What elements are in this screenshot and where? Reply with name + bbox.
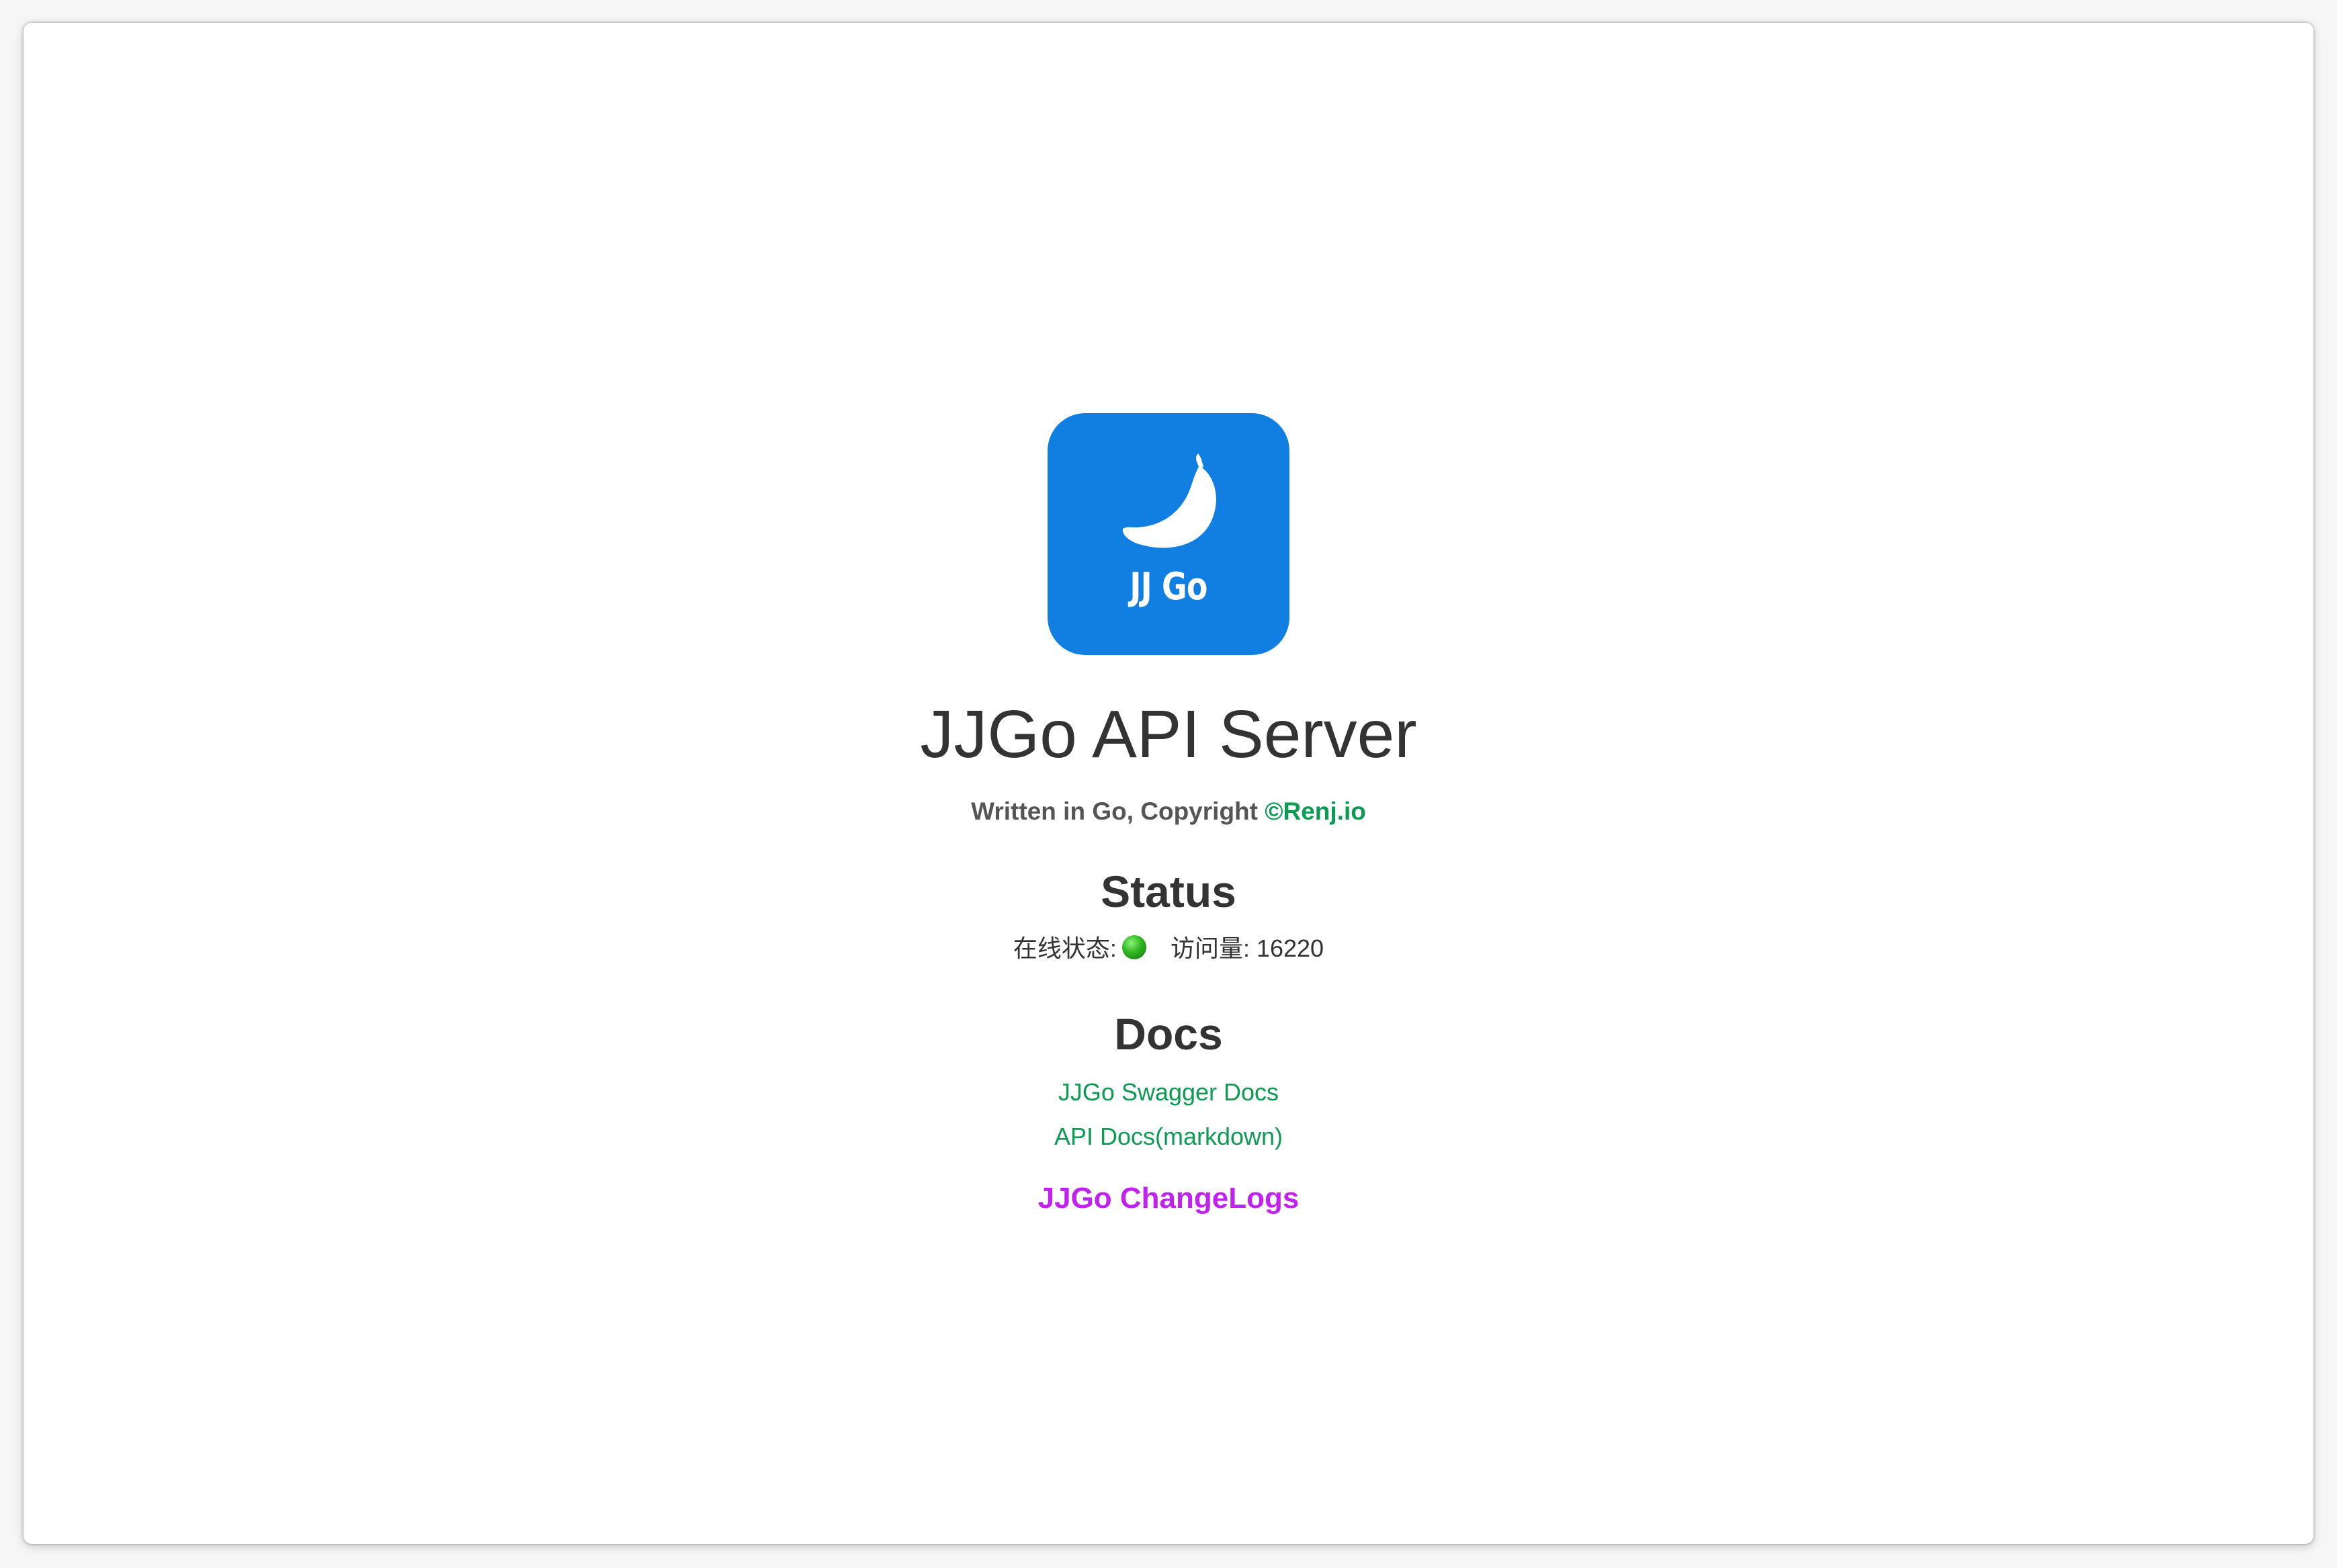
visits-label: 访问量: — [1170, 934, 1250, 962]
main-content: JJ Go JJGo API Server Written in Go, Cop… — [24, 413, 2313, 1213]
swagger-docs-link[interactable]: JJGo Swagger Docs — [24, 1080, 2313, 1104]
docs-heading: Docs — [1114, 1009, 1223, 1059]
status-heading: Status — [1101, 867, 1236, 916]
online-status-indicator — [1121, 935, 1146, 959]
api-docs-markdown-link[interactable]: API Docs(markdown) — [24, 1125, 2313, 1149]
chili-pepper-icon — [1122, 453, 1216, 548]
online-status-label: 在线状态: — [1013, 934, 1117, 962]
page-title: JJGo API Server — [920, 697, 1417, 772]
app-logo: JJ Go — [1048, 413, 1289, 655]
browser-window: JJ Go JJGo API Server Written in Go, Cop… — [24, 23, 2313, 1544]
subtitle-text: Written in Go, Copyright — [971, 797, 1265, 825]
copyright-link[interactable]: ©Renj.io — [1265, 797, 1366, 825]
changelog-link[interactable]: JJGo ChangeLogs — [24, 1184, 2313, 1213]
status-line: 在线状态: 访问量: 16220 — [24, 935, 2313, 961]
subtitle: Written in Go, Copyright ©Renj.io — [24, 799, 2313, 824]
visits-count: 16220 — [1256, 934, 1324, 962]
logo-text: JJ Go — [1130, 565, 1207, 609]
